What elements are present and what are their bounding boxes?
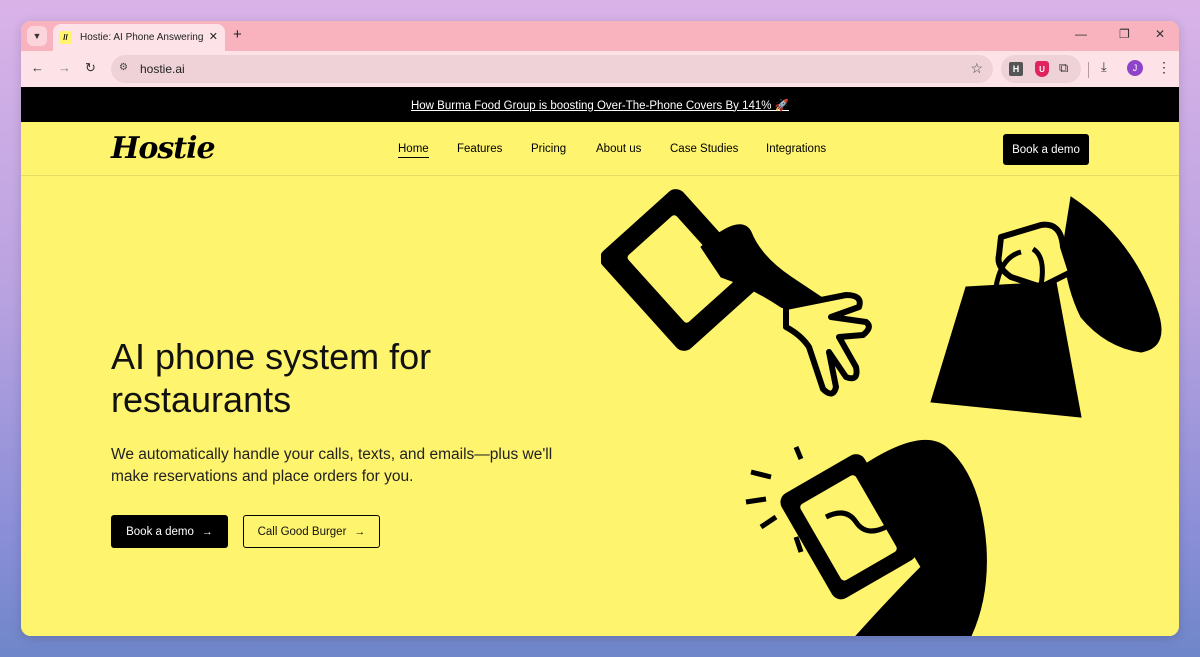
tab-title: Hostie: AI Phone Answering for xyxy=(80,32,205,43)
site-info-icon[interactable]: ⚙ xyxy=(119,62,133,76)
profile-avatar[interactable]: J xyxy=(1127,60,1143,76)
hero-subtitle: We automatically handle your calls, text… xyxy=(111,446,553,485)
extension-shield-icon[interactable]: U xyxy=(1035,61,1049,77)
back-icon[interactable]: ← xyxy=(31,60,44,75)
bookmark-star-icon[interactable]: ☆ xyxy=(970,60,983,77)
browser-window: ▼ // Hostie: AI Phone Answering for ✕ + … xyxy=(21,21,1179,636)
tab-strip: ▼ // Hostie: AI Phone Answering for ✕ + … xyxy=(21,21,1179,51)
hero-title: AI phone system for restaurants xyxy=(111,336,432,420)
extensions-puzzle-icon[interactable]: ⧉ xyxy=(1059,60,1068,76)
nav-about-us[interactable]: About us xyxy=(596,143,641,155)
nav-case-studies[interactable]: Case Studies xyxy=(670,143,738,155)
window-close-icon[interactable]: ✕ xyxy=(1155,27,1165,41)
reload-icon[interactable]: ↻ xyxy=(85,60,96,76)
arrow-right-icon: → xyxy=(201,525,213,538)
shopping-bag-illustration-icon xyxy=(930,196,1162,418)
restore-icon[interactable]: ❐ xyxy=(1119,27,1130,41)
call-good-burger-label: Call Good Burger xyxy=(257,525,347,538)
extensions-group: H U ⧉ xyxy=(1001,55,1081,83)
arrow-right-icon: → xyxy=(354,525,366,538)
browser-tab[interactable]: // Hostie: AI Phone Answering for ✕ xyxy=(53,24,225,51)
new-tab-icon[interactable]: + xyxy=(233,26,242,43)
book-demo-label: Book a demo xyxy=(126,525,194,538)
call-good-burger-button[interactable]: Call Good Burger → xyxy=(243,515,380,548)
announcement-link[interactable]: How Burma Food Group is boosting Over-Th… xyxy=(411,98,789,112)
nav-home[interactable]: Home xyxy=(398,143,429,158)
header-book-demo-button[interactable]: Book a demo xyxy=(1003,134,1089,165)
download-icon[interactable]: ⤓ xyxy=(1101,59,1107,75)
site-header: Hostie Home Features Pricing About us Ca… xyxy=(21,122,1179,176)
url-text[interactable]: hostie.ai xyxy=(140,62,185,76)
nav-integrations[interactable]: Integrations xyxy=(766,143,826,155)
ringing-phone-illustration-icon xyxy=(745,439,987,636)
tab-close-icon[interactable]: ✕ xyxy=(209,30,218,43)
phone-hand-illustration-icon xyxy=(601,189,872,397)
forward-icon[interactable]: → xyxy=(58,60,71,75)
minimize-icon[interactable]: — xyxy=(1075,27,1087,41)
menu-kebab-icon[interactable]: ⋮ xyxy=(1157,59,1171,76)
nav-features[interactable]: Features xyxy=(457,143,502,155)
browser-toolbar: ← → ↻ ⚙ hostie.ai ☆ H U ⧉ ⤓ J ⋮ xyxy=(21,51,1179,87)
hostie-favicon-icon: // xyxy=(59,31,72,44)
toolbar-divider xyxy=(1088,62,1089,78)
nav-pricing[interactable]: Pricing xyxy=(531,143,566,155)
address-bar[interactable]: ⚙ hostie.ai ☆ xyxy=(111,55,993,83)
tab-search-chevron-icon[interactable]: ▼ xyxy=(27,26,47,46)
hero-illustration xyxy=(601,189,1162,636)
book-demo-button[interactable]: Book a demo → xyxy=(111,515,228,548)
page-content: How Burma Food Group is boosting Over-Th… xyxy=(21,87,1179,636)
announcement-bar: How Burma Food Group is boosting Over-Th… xyxy=(21,87,1179,122)
hostie-logo[interactable]: Hostie xyxy=(111,131,216,166)
extension-h-icon[interactable]: H xyxy=(1009,62,1023,76)
